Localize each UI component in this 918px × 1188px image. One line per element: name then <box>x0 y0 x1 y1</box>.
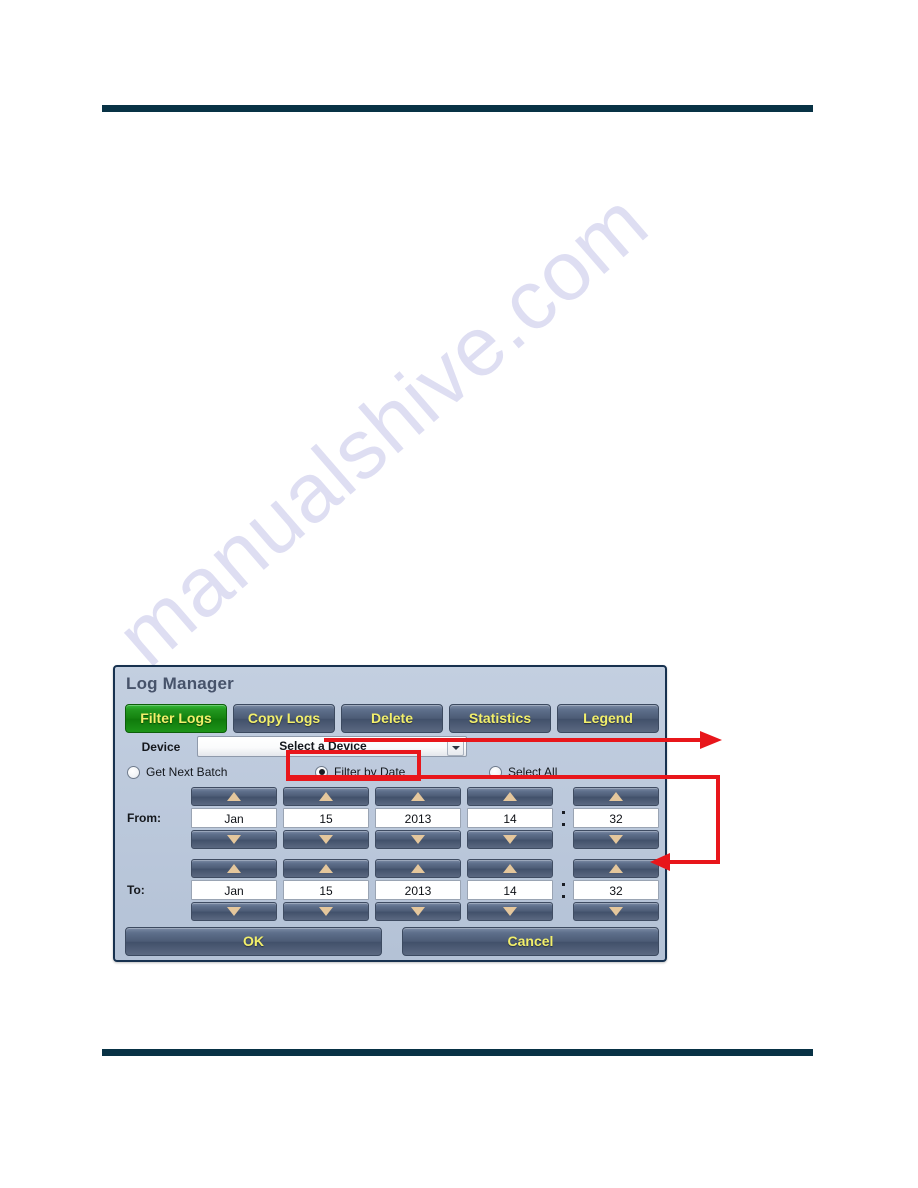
to-date-row: To: Jan 15 2013 14 32 <box>125 859 659 921</box>
from-minute-increment-button[interactable] <box>573 787 659 806</box>
from-day-decrement-button[interactable] <box>283 830 369 849</box>
from-year-decrement-button[interactable] <box>375 830 461 849</box>
log-manager-dialog: Log Manager Filter Logs Copy Logs Delete… <box>113 665 667 962</box>
radio-label-select-all: Select All <box>508 765 558 779</box>
from-hour-spinner: 14 <box>467 787 553 849</box>
from-minute-spinner: 32 <box>573 787 659 849</box>
from-minute-decrement-button[interactable] <box>573 830 659 849</box>
tab-copy-logs[interactable]: Copy Logs <box>233 704 335 733</box>
from-year-spinner: 2013 <box>375 787 461 849</box>
from-month-value[interactable]: Jan <box>191 808 277 828</box>
page-watermark: manualshive.com <box>0 0 918 1188</box>
tab-statistics[interactable]: Statistics <box>449 704 551 733</box>
to-month-decrement-button[interactable] <box>191 902 277 921</box>
to-minute-increment-button[interactable] <box>573 859 659 878</box>
from-month-decrement-button[interactable] <box>191 830 277 849</box>
device-row: Device Select a Device <box>125 736 659 757</box>
to-hour-increment-button[interactable] <box>467 859 553 878</box>
from-month-increment-button[interactable] <box>191 787 277 806</box>
watermark-text: manualshive.com <box>98 173 666 684</box>
tab-filter-logs[interactable]: Filter Logs <box>125 704 227 733</box>
radio-label-get-next-batch: Get Next Batch <box>146 765 228 779</box>
to-hour-decrement-button[interactable] <box>467 902 553 921</box>
radio-select-all[interactable]: Select All <box>489 765 557 779</box>
to-year-decrement-button[interactable] <box>375 902 461 921</box>
to-year-value[interactable]: 2013 <box>375 880 461 900</box>
chevron-down-icon[interactable] <box>447 739 464 756</box>
dialog-action-row: OK Cancel <box>125 927 659 956</box>
from-year-increment-button[interactable] <box>375 787 461 806</box>
to-time-colon-separator <box>559 869 567 911</box>
device-select[interactable]: Select a Device <box>197 736 467 757</box>
to-day-value[interactable]: 15 <box>283 880 369 900</box>
from-day-spinner: 15 <box>283 787 369 849</box>
cancel-button[interactable]: Cancel <box>402 927 659 956</box>
from-year-value[interactable]: 2013 <box>375 808 461 828</box>
to-day-decrement-button[interactable] <box>283 902 369 921</box>
ok-button[interactable]: OK <box>125 927 382 956</box>
to-day-increment-button[interactable] <box>283 859 369 878</box>
dialog-title: Log Manager <box>126 674 234 693</box>
radio-icon-get-next-batch <box>127 765 140 779</box>
radio-filter-by-date[interactable]: Filter by Date <box>315 765 405 779</box>
to-hour-spinner: 14 <box>467 859 553 921</box>
to-year-increment-button[interactable] <box>375 859 461 878</box>
from-hour-increment-button[interactable] <box>467 787 553 806</box>
from-hour-decrement-button[interactable] <box>467 830 553 849</box>
to-month-value[interactable]: Jan <box>191 880 277 900</box>
to-minute-decrement-button[interactable] <box>573 902 659 921</box>
from-day-increment-button[interactable] <box>283 787 369 806</box>
radio-get-next-batch[interactable]: Get Next Batch <box>127 765 227 779</box>
page-header-rule <box>102 105 813 112</box>
to-minute-value[interactable]: 32 <box>573 880 659 900</box>
from-hour-value[interactable]: 14 <box>467 808 553 828</box>
tab-legend[interactable]: Legend <box>557 704 659 733</box>
to-minute-spinner: 32 <box>573 859 659 921</box>
from-time-colon-separator <box>559 797 567 839</box>
to-day-spinner: 15 <box>283 859 369 921</box>
page-footer-rule <box>102 1049 813 1056</box>
from-date-row: From: Jan 15 2013 14 32 <box>125 787 659 849</box>
from-month-spinner: Jan <box>191 787 277 849</box>
to-year-spinner: 2013 <box>375 859 461 921</box>
tab-bar: Filter Logs Copy Logs Delete Statistics … <box>125 704 659 733</box>
radio-icon-select-all <box>489 765 502 779</box>
radio-icon-filter-by-date <box>315 765 328 779</box>
annotation-overlay <box>286 731 722 871</box>
from-minute-value[interactable]: 32 <box>573 808 659 828</box>
to-month-increment-button[interactable] <box>191 859 277 878</box>
filter-mode-radio-group: Get Next Batch Filter by Date Select All <box>121 761 663 783</box>
to-month-spinner: Jan <box>191 859 277 921</box>
device-select-value: Select a Device <box>279 739 367 753</box>
radio-label-filter-by-date: Filter by Date <box>334 765 406 779</box>
tab-delete[interactable]: Delete <box>341 704 443 733</box>
to-label: To: <box>127 883 145 897</box>
from-label: From: <box>127 811 161 825</box>
to-hour-value[interactable]: 14 <box>467 880 553 900</box>
device-label: Device <box>141 739 181 754</box>
from-day-value[interactable]: 15 <box>283 808 369 828</box>
